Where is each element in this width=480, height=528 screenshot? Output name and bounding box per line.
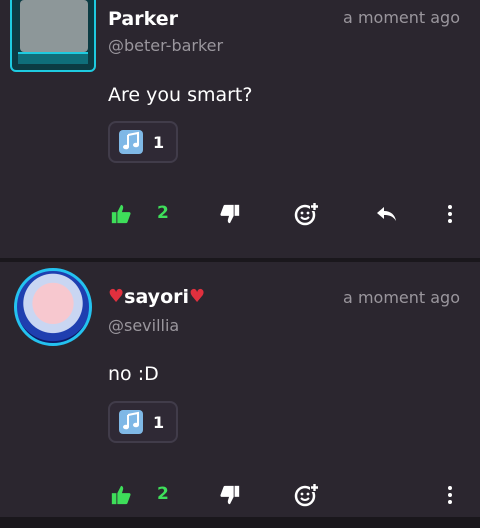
thumbs-down-icon: [220, 204, 240, 224]
reaction-chip[interactable]: 1: [108, 401, 178, 443]
heart-icon: ♥: [108, 286, 125, 307]
comment-text: Are you smart?: [108, 84, 253, 106]
reply-icon: [377, 207, 396, 221]
like-count: 2: [157, 203, 169, 223]
like-count: 2: [157, 484, 169, 504]
avatar[interactable]: [14, 268, 92, 346]
music-notes-icon: [119, 130, 143, 154]
dislike-button[interactable]: [218, 480, 242, 510]
like-button[interactable]: [109, 480, 133, 510]
more-options-button[interactable]: [440, 199, 460, 229]
comment-card: Parker @beter-barker a moment ago Are yo…: [0, 0, 480, 258]
user-handle[interactable]: @beter-barker: [108, 36, 223, 55]
add-reaction-icon: [294, 483, 319, 507]
username[interactable]: ♥sayori♥: [108, 286, 205, 308]
reaction-chip[interactable]: 1: [108, 121, 178, 163]
divider: [0, 517, 480, 528]
reaction-count: 1: [153, 412, 165, 432]
avatar-portrait: [20, 0, 88, 52]
thumbs-up-icon: [111, 485, 131, 505]
avatar[interactable]: [10, 0, 96, 72]
add-reaction-button[interactable]: [293, 480, 321, 510]
comment-actions: 2: [0, 480, 480, 510]
comment-card: ♥sayori♥ @sevillia a moment ago no :D 1 …: [0, 262, 480, 517]
more-options-icon: [448, 205, 452, 223]
thumbs-up-icon: [111, 204, 131, 224]
like-button[interactable]: [109, 199, 133, 229]
heart-icon: ♥: [189, 286, 206, 307]
add-reaction-button[interactable]: [293, 199, 321, 229]
comment-text: no :D: [108, 363, 159, 385]
dislike-button[interactable]: [218, 199, 242, 229]
add-reaction-icon: [294, 202, 319, 226]
thumbs-down-icon: [220, 485, 240, 505]
timestamp: a moment ago: [343, 288, 460, 307]
timestamp: a moment ago: [343, 8, 460, 27]
avatar-frame-bar: [18, 52, 88, 64]
music-notes-icon: [119, 410, 143, 434]
more-options-icon: [448, 486, 452, 504]
reaction-count: 1: [153, 132, 165, 152]
reply-button[interactable]: [373, 199, 399, 229]
more-options-button[interactable]: [440, 480, 460, 510]
username-text: sayori: [124, 286, 190, 308]
comment-actions: 2: [0, 199, 480, 229]
username[interactable]: Parker: [108, 8, 178, 30]
user-handle[interactable]: @sevillia: [108, 316, 179, 335]
